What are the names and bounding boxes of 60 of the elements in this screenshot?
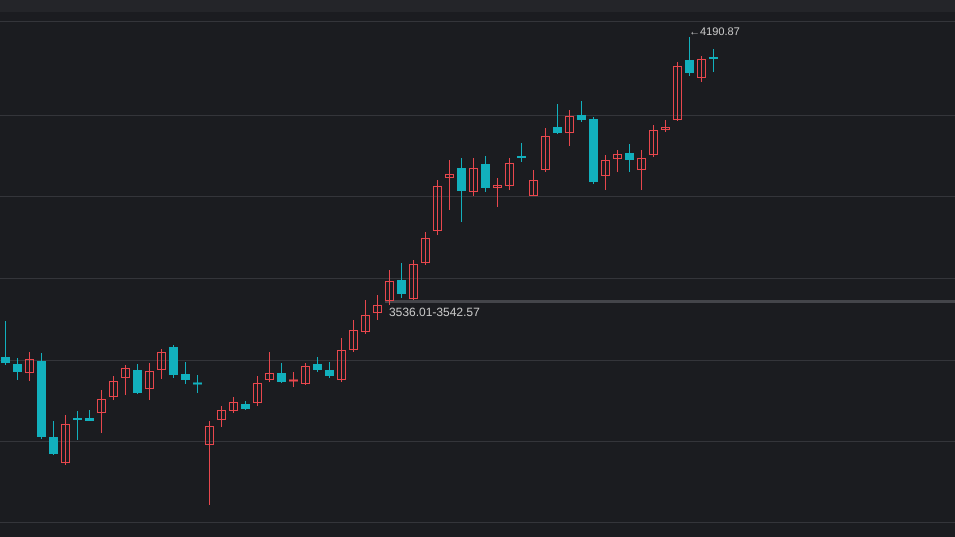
candlestick <box>601 154 610 190</box>
candlestick <box>253 376 262 406</box>
candlestick <box>169 344 178 378</box>
candlestick <box>301 362 310 386</box>
candlestick <box>469 158 478 196</box>
candlestick <box>613 150 622 172</box>
candlestick <box>157 348 166 380</box>
candlestick <box>85 410 94 422</box>
candlestick <box>709 48 718 72</box>
candlestick <box>73 410 82 440</box>
candlestick <box>457 158 466 222</box>
candlestick <box>565 110 574 146</box>
candlestick <box>193 374 202 394</box>
candlestick <box>385 270 394 306</box>
candlestick <box>133 364 142 394</box>
candlestick <box>493 178 502 208</box>
candlestick <box>229 396 238 414</box>
candlestick <box>109 376 118 400</box>
candlestick <box>349 320 358 352</box>
candlestick <box>397 262 406 298</box>
candlestick <box>409 260 418 300</box>
candlestick <box>121 364 130 396</box>
high-price-label: ←4190.87 <box>689 27 740 38</box>
candlestick <box>661 120 670 132</box>
candlestick <box>517 142 526 162</box>
candlestick <box>577 100 586 122</box>
candlestick <box>637 150 646 190</box>
candlestick <box>445 160 454 210</box>
candlestick <box>313 356 322 372</box>
candlestick <box>289 372 298 388</box>
candlestick <box>97 390 106 434</box>
candlestick <box>685 36 694 76</box>
candlestick <box>373 294 382 320</box>
candlestick <box>649 124 658 158</box>
candlestick <box>49 420 58 456</box>
candlestick <box>145 362 154 400</box>
candlestick <box>325 362 334 378</box>
candlestick <box>673 62 682 122</box>
candlestick <box>181 362 190 384</box>
candlestick <box>553 104 562 134</box>
candlestick <box>265 352 274 382</box>
candlestick <box>13 358 22 380</box>
candlestick <box>697 56 706 82</box>
candlestick <box>541 128 550 172</box>
candlestick <box>589 116 598 184</box>
candlestick <box>241 400 250 410</box>
candlestick <box>625 144 634 172</box>
candlestick <box>421 232 430 266</box>
price-gap-label: 3536.01-3542.57 <box>389 306 480 318</box>
candlestick <box>361 300 370 334</box>
candlestick <box>1 320 10 366</box>
candlestick <box>61 414 70 466</box>
candlestick <box>337 338 346 382</box>
candlestick <box>529 170 538 196</box>
candlestick <box>217 406 226 428</box>
candlestick <box>25 352 34 382</box>
candlestick <box>277 362 286 384</box>
candlestick <box>505 158 514 190</box>
candlestick <box>481 156 490 192</box>
candlestick <box>433 180 442 236</box>
